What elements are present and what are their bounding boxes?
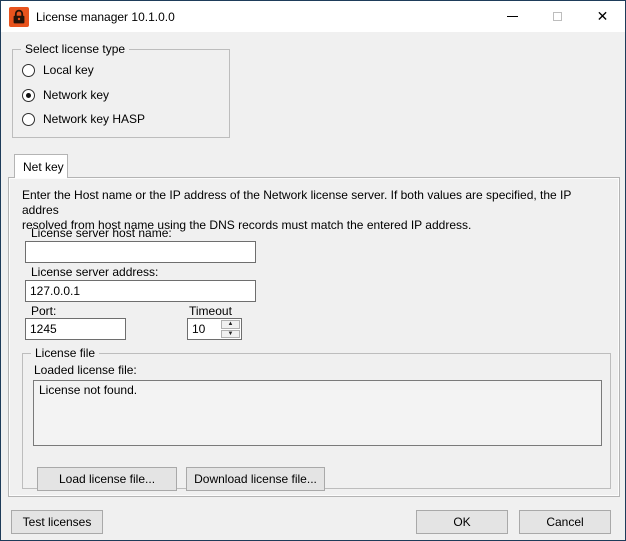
radio-option-network-key-hasp[interactable]: Network key HASP (22, 111, 145, 127)
window-controls: ✕ (490, 1, 625, 32)
license-manager-window: License manager 10.1.0.0 ✕ Select licens… (0, 0, 626, 541)
radio-label-network-key-hasp: Network key HASP (43, 112, 145, 126)
minimize-button[interactable] (490, 1, 535, 32)
server-address-label: License server address: (31, 265, 158, 279)
radio-option-local-key[interactable]: Local key (22, 62, 94, 78)
load-license-file-button[interactable]: Load license file... (37, 467, 177, 491)
radio-label-network-key: Network key (43, 88, 109, 102)
port-label: Port: (31, 304, 56, 318)
lock-icon (9, 7, 29, 27)
timeout-label: Timeout (189, 304, 232, 318)
host-name-label: License server host name: (31, 226, 172, 240)
radio-label-local-key: Local key (43, 63, 94, 77)
host-name-input[interactable] (25, 241, 256, 263)
license-status-text: License not found. (39, 383, 137, 397)
license-status-box[interactable]: License not found. (33, 380, 602, 446)
timeout-spin-buttons: ▲ ▼ (221, 319, 241, 339)
ok-button[interactable]: OK (416, 510, 508, 534)
cancel-button[interactable]: Cancel (519, 510, 611, 534)
port-input[interactable] (25, 318, 126, 340)
loaded-license-file-label: Loaded license file: (34, 363, 137, 377)
test-licenses-button[interactable]: Test licenses (11, 510, 103, 534)
close-button[interactable]: ✕ (580, 1, 625, 32)
window-title: License manager 10.1.0.0 (36, 10, 175, 24)
spin-down-icon[interactable]: ▼ (221, 330, 240, 339)
net-key-tab-panel: Enter the Host name or the IP address of… (8, 177, 620, 497)
license-type-group-title: Select license type (21, 42, 129, 56)
tab-net-key-label: Net key (23, 160, 64, 174)
maximize-button (535, 1, 580, 32)
spin-up-icon[interactable]: ▲ (221, 320, 240, 329)
radio-option-network-key[interactable]: Network key (22, 87, 109, 103)
titlebar[interactable]: License manager 10.1.0.0 ✕ (1, 1, 625, 32)
tab-net-key[interactable]: Net key (14, 154, 68, 178)
license-file-group-title: License file (31, 346, 99, 360)
radio-circle-local-key[interactable] (22, 64, 35, 77)
license-type-group: Select license type Local key Network ke… (12, 49, 230, 138)
radio-circle-network-key[interactable] (22, 89, 35, 102)
timeout-spinner[interactable]: ▲ ▼ (187, 318, 242, 340)
download-license-file-button[interactable]: Download license file... (186, 467, 325, 491)
timeout-input[interactable] (188, 319, 221, 339)
license-file-group: License file Loaded license file: Licens… (22, 353, 611, 489)
server-address-input[interactable] (25, 280, 256, 302)
radio-circle-network-key-hasp[interactable] (22, 113, 35, 126)
